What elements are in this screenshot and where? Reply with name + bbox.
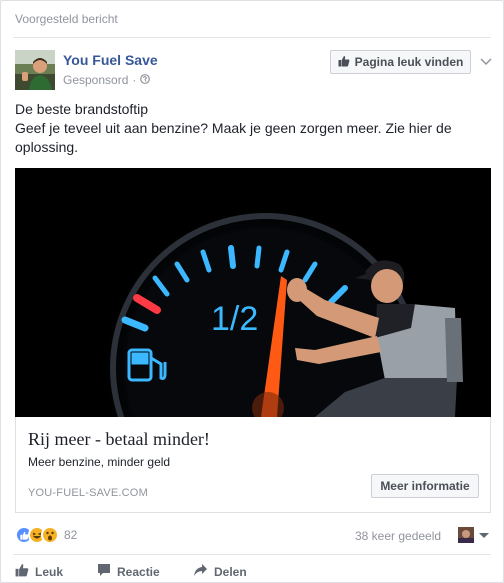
share-action-button[interactable]: Delen [193, 563, 247, 580]
post-text-line-2: Geef je teveel uit aan benzine? Maak je … [15, 120, 452, 155]
thumbs-up-icon [15, 563, 29, 580]
share-icon [193, 563, 208, 580]
like-page-label: Pagina leuk vinden [354, 55, 464, 69]
page-avatar[interactable] [15, 50, 55, 90]
share-count[interactable]: 38 keer gedeeld [355, 529, 441, 543]
meta-separator: · [132, 73, 137, 87]
post-text-line-1: De beste brandstoftip [15, 101, 149, 117]
like-page-button[interactable]: Pagina leuk vinden [330, 50, 471, 74]
suggested-post-label: Voorgesteld bericht [15, 12, 118, 26]
reactions-summary[interactable]: 82 [15, 526, 77, 544]
chevron-down-icon[interactable] [480, 53, 492, 71]
like-action-label: Leuk [35, 564, 64, 579]
viewer-avatar[interactable] [458, 527, 474, 543]
sponsored-post-card: Voorgesteld bericht You Fuel Save Gespon… [0, 0, 504, 583]
globe-icon [140, 73, 151, 87]
more-info-button[interactable]: Meer informatie [371, 474, 479, 498]
post-text: De beste brandstoftip Geef je teveel uit… [15, 100, 491, 157]
comment-icon [97, 563, 111, 580]
footer-divider [13, 554, 491, 555]
wow-reaction-icon [41, 526, 59, 544]
ad-link-box[interactable]: Rij meer - betaal minder! Meer benzine, … [15, 417, 491, 513]
gauge-half-label: 1/2 [211, 300, 258, 338]
comment-action-button[interactable]: Reactie [97, 563, 160, 580]
caret-down-icon[interactable] [479, 533, 489, 538]
sponsored-label[interactable]: Gesponsord [63, 73, 128, 87]
share-action-label: Delen [214, 564, 247, 579]
sponsored-meta: Gesponsord · [63, 73, 151, 87]
ad-headline[interactable]: Rij meer - betaal minder! [28, 429, 210, 450]
page-name-link[interactable]: You Fuel Save [63, 52, 158, 68]
ad-image[interactable]: 1/2 [15, 168, 491, 417]
ad-domain: YOU-FUEL-SAVE.COM [28, 487, 148, 499]
like-action-button[interactable]: Leuk [15, 563, 63, 580]
reaction-count: 82 [64, 528, 78, 542]
header-divider [13, 37, 491, 38]
comment-action-label: Reactie [117, 564, 160, 579]
thumbs-up-icon [338, 55, 350, 70]
ad-description: Meer benzine, minder geld [28, 455, 171, 469]
